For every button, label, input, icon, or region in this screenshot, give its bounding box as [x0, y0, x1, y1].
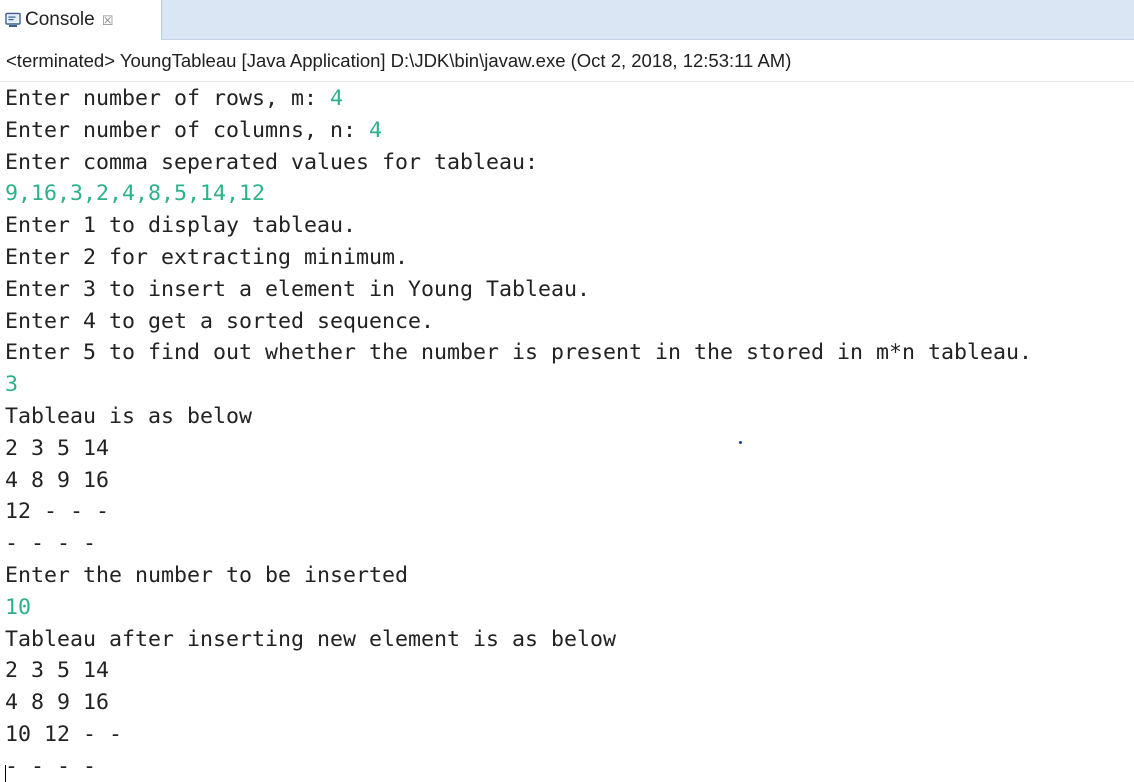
console-user-input: 3 [5, 372, 19, 398]
console-output-text: 2 3 5 14 [5, 658, 110, 684]
console-output-text: Enter the number to be inserted [5, 562, 409, 588]
console-line: 12 - - - [5, 496, 1134, 528]
console-output-text: 2 3 5 14 [5, 435, 110, 461]
console-line: Tableau is as below [5, 401, 1134, 433]
console-line: Enter 1 to display tableau. [5, 210, 1134, 242]
console-output[interactable]: Enter number of rows, m: 4 Enter number o… [5, 83, 1134, 782]
console-line: Enter 4 to get a sorted sequence. [5, 306, 1134, 338]
console-line: Enter number of rows, m: 4 [5, 83, 1134, 115]
console-output-text: - - - - [5, 531, 97, 557]
console-output-text: Enter 4 to get a sorted sequence. [5, 308, 435, 334]
console-output-text: Enter 1 to display tableau. [5, 213, 357, 239]
console-output-text: 4 8 9 16 [5, 690, 110, 716]
tab-console[interactable]: Console ☒ [0, 0, 162, 40]
console-output-text: Enter 3 to insert a element in Young Tab… [5, 276, 591, 302]
console-line: 4 8 9 16 [5, 687, 1134, 719]
console-line: 10 12 - - [5, 719, 1134, 751]
console-line: Enter 5 to find out whether the number i… [5, 337, 1134, 369]
console-output-text: 10 12 - - [5, 721, 123, 747]
console-line: 9,16,3,2,4,8,5,14,12 [5, 178, 1134, 210]
console-output-text: Enter 5 to find out whether the number i… [5, 340, 1033, 366]
console-output-text: - - - - [5, 753, 97, 779]
close-icon[interactable]: ☒ [102, 14, 114, 29]
console-output-text: Enter 2 for extracting minimum. [5, 244, 409, 270]
console-user-input: 9,16,3,2,4,8,5,14,12 [5, 181, 266, 207]
console-line: Enter 2 for extracting minimum. [5, 242, 1134, 274]
console-output-text: Tableau after inserting new element is a… [5, 626, 617, 652]
console-output-text: Enter number of columns, n: [5, 117, 370, 143]
process-status-line: <terminated> YoungTableau [Java Applicat… [0, 40, 1134, 82]
console-line: - - - - [5, 528, 1134, 560]
console-user-input: 4 [330, 86, 344, 111]
console-output-text: Enter number of rows, m: [5, 86, 331, 111]
tab-label: Console [25, 9, 95, 30]
stray-dot-mark [739, 441, 742, 444]
console-icon [5, 12, 21, 28]
console-view: Console ☒ <terminated> YoungTableau [Jav… [0, 0, 1134, 782]
console-line: - - - - [5, 751, 1134, 782]
console-line: 3 [5, 369, 1134, 401]
console-line: 10 [5, 592, 1134, 624]
console-line: 4 8 9 16 [5, 465, 1134, 497]
console-output-text: 12 - - - [5, 499, 110, 525]
console-line: Enter comma seperated values for tableau… [5, 147, 1134, 179]
console-output-text: Tableau is as below [5, 403, 253, 429]
console-line: Enter the number to be inserted [5, 560, 1134, 592]
view-tab-bar: Console ☒ [0, 0, 1134, 40]
console-line: Enter number of columns, n: 4 [5, 115, 1134, 147]
console-user-input: 10 [5, 594, 32, 620]
console-user-input: 4 [369, 117, 383, 143]
console-line: Enter 3 to insert a element in Young Tab… [5, 274, 1134, 306]
console-line: 2 3 5 14 [5, 433, 1134, 465]
text-caret [5, 765, 6, 782]
console-output-text: 4 8 9 16 [5, 467, 110, 493]
console-line: Tableau after inserting new element is a… [5, 624, 1134, 656]
console-output-text: Enter comma seperated values for tableau… [5, 149, 539, 175]
console-line: 2 3 5 14 [5, 655, 1134, 687]
